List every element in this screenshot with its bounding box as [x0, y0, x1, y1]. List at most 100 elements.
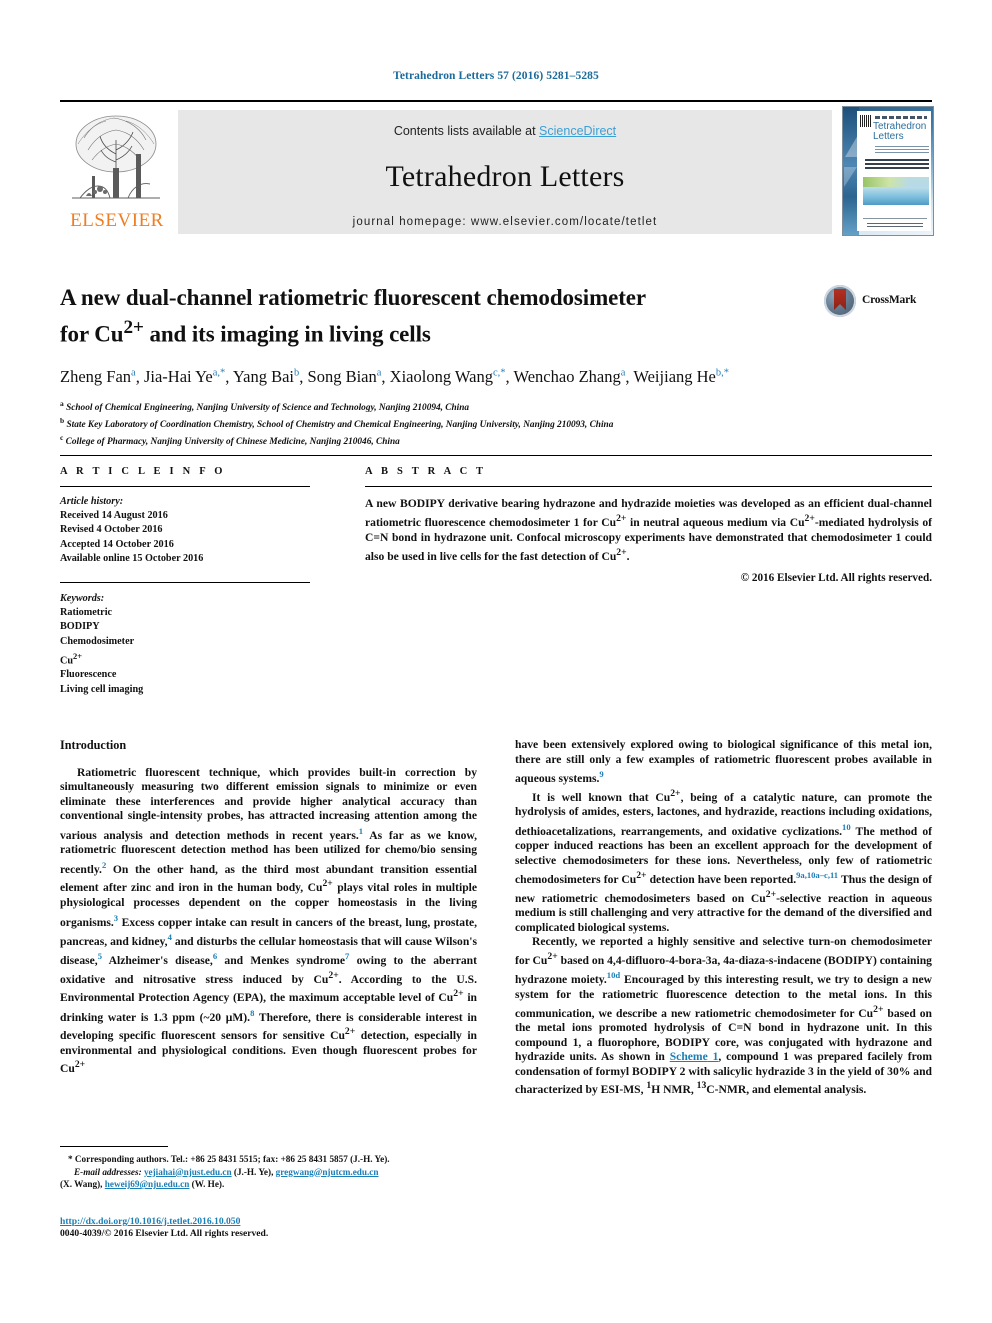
author-marks: a — [376, 367, 382, 379]
affiliation-text: State Key Laboratory of Coordination Che… — [66, 420, 614, 431]
paragraph: Ratiometric fluorescent technique, which… — [60, 765, 478, 1076]
affiliation-text: School of Chemical Engineering, Nanjing … — [66, 403, 470, 414]
cover-triangle-2 — [844, 167, 857, 187]
article-identifiers: http://dx.doi.org/10.1016/j.tetlet.2016.… — [60, 1216, 560, 1241]
paragraph: Recently, we reported a highly sensitive… — [515, 935, 933, 1097]
author-item[interactable]: Xiaolong Wangc,* — [390, 367, 506, 386]
divider-above-info — [60, 455, 932, 456]
author-name: Song Bian — [307, 367, 377, 387]
elsevier-logo: ELSEVIER — [62, 110, 172, 234]
cover-journal-name-line2: Letters — [873, 131, 904, 142]
contents-available-line: Contents lists available at ScienceDirec… — [178, 124, 832, 138]
abstract-rule — [365, 486, 932, 487]
journal-band: Contents lists available at ScienceDirec… — [178, 110, 832, 234]
email-link[interactable]: heweij69@nju.edu.cn — [105, 1179, 190, 1189]
author-item[interactable]: Jia-Hai Yea,* — [144, 367, 225, 386]
cover-footer-lines — [867, 223, 923, 229]
article-info-rule — [60, 486, 310, 487]
issn-copyright-line: 0040-4039/© 2016 Elsevier Ltd. All right… — [60, 1228, 269, 1240]
author-name: Zheng Fan — [60, 367, 132, 387]
affiliation-item: b State Key Laboratory of Coordination C… — [60, 415, 932, 432]
author-item[interactable]: Wenchao Zhanga — [513, 367, 625, 386]
affiliation-item: c College of Pharmacy, Nanjing Universit… — [60, 432, 932, 449]
keywords-label: Keywords: — [60, 593, 105, 605]
elsevier-tree-icon — [72, 115, 160, 199]
keyword-charge: 2+ — [73, 650, 83, 661]
affiliation-list: a School of Chemical Engineering, Nanjin… — [60, 398, 932, 449]
article-info-column: A R T I C L E I N F O Article history: R… — [60, 466, 310, 697]
elsevier-wordmark: ELSEVIER — [70, 210, 164, 231]
body-column-left: Introduction Ratiometric fluorescent tec… — [60, 738, 477, 1077]
doi-link[interactable]: http://dx.doi.org/10.1016/j.tetlet.2016.… — [60, 1216, 240, 1227]
section-heading-introduction: Introduction — [60, 738, 127, 752]
keyword-item: Chemodosimeter — [60, 635, 135, 647]
affiliation-mark: c — [60, 432, 64, 442]
article-header: A new dual-channel ratiometric fluoresce… — [60, 283, 932, 449]
footnote-star: * — [68, 1154, 73, 1164]
keyword-item: Cu2+ — [60, 650, 83, 667]
article-title-line2-post: and its imaging in living cells — [143, 321, 431, 347]
keyword-item: Living cell imaging — [60, 683, 144, 695]
keyword-item: Ratiometric — [60, 607, 113, 619]
affiliation-text: College of Pharmacy, Nanjing University … — [65, 437, 400, 448]
article-title-line2-pre: for Cu — [60, 321, 124, 347]
author-marks: a — [620, 367, 626, 379]
journal-homepage-line[interactable]: journal homepage: www.elsevier.com/locat… — [178, 216, 832, 228]
author-item[interactable]: Zheng Fana — [60, 367, 136, 386]
article-history: Article history: Received 14 August 2016… — [60, 495, 310, 566]
author-name: Jia-Hai Ye — [143, 367, 213, 387]
cover-foot-rule — [863, 218, 927, 219]
author-item[interactable]: Yang Baib — [233, 367, 299, 386]
article-title-charge: 2+ — [123, 317, 144, 338]
crossmark-badge[interactable]: CrossMark — [824, 285, 932, 319]
abstract-copyright: © 2016 Elsevier Ltd. All rights reserved… — [740, 571, 932, 584]
author-item[interactable]: Weijiang Heb,* — [633, 367, 729, 386]
cover-photo — [863, 177, 929, 205]
keyword-item: BODIPY — [60, 621, 100, 633]
body-column-right: have been extensively explored owing to … — [515, 738, 932, 1098]
email-link[interactable]: gregwang@njutcm.edu.cn — [276, 1167, 379, 1177]
footnote-corresponding: Corresponding authors. Tel.: +86 25 8431… — [74, 1154, 390, 1164]
history-item: Received 14 August 2016 — [60, 510, 168, 522]
email-owner: (X. Wang) — [60, 1179, 101, 1190]
cover-highlight-block — [865, 159, 929, 171]
cover-top-rule — [875, 116, 927, 119]
contents-prefix: Contents lists available at — [393, 124, 540, 138]
email-link[interactable]: yejiahai@njust.edu.cn — [144, 1167, 232, 1177]
crossmark-circle-icon — [824, 285, 856, 317]
journal-article-page: Tetrahedron Letters 57 (2016) 5281–5285 — [0, 0, 992, 1323]
keywords-rule — [60, 582, 310, 584]
author-marks: a,* — [212, 367, 226, 379]
journal-cover-thumbnail: Tetrahedron Letters — [842, 106, 934, 236]
abstract-text: A new BODIPY derivative bearing hydrazon… — [365, 497, 932, 564]
author-list: Zheng Fana, Jia-Hai Yea,*, Yang Baib, So… — [60, 367, 730, 387]
article-info-heading: A R T I C L E I N F O — [60, 466, 226, 477]
running-head: Tetrahedron Letters 57 (2016) 5281–5285 — [393, 70, 599, 82]
author-name: Yang Bai — [232, 367, 295, 387]
footnote-rule — [60, 1146, 168, 1147]
email-owner: (W. He) — [191, 1179, 222, 1190]
scheme-1-link[interactable]: Scheme 1 — [670, 1050, 719, 1063]
author-marks: b — [294, 367, 300, 379]
history-item: Available online 15 October 2016 — [60, 552, 204, 564]
author-name: Xiaolong Wang — [389, 367, 493, 387]
article-title-line1: A new dual-channel ratiometric fluoresce… — [60, 285, 647, 310]
author-marks: b,* — [715, 367, 730, 379]
scheme-link-text: Scheme — [669, 1050, 708, 1064]
crossmark-label: CrossMark — [862, 294, 917, 306]
keyword-list: Keywords: Ratiometric BODIPY Chemodosime… — [60, 592, 310, 697]
affiliation-mark: b — [60, 416, 65, 426]
abstract-heading: A B S T R A C T — [365, 466, 487, 477]
author-marks: c,* — [492, 367, 506, 379]
page-title: A new dual-channel ratiometric fluoresce… — [60, 283, 800, 350]
email-addresses-label: E-mail addresses: — [74, 1166, 142, 1177]
affiliation-mark: a — [60, 399, 64, 409]
affiliation-item: a School of Chemical Engineering, Nanjin… — [60, 398, 932, 415]
author-item[interactable]: Song Biana — [308, 367, 382, 386]
crossmark-flag-icon — [834, 289, 846, 310]
footnote-text: * Corresponding authors. Tel.: +86 25 84… — [60, 1154, 390, 1190]
cover-journal-name: Tetrahedron Letters — [873, 122, 931, 142]
sciencedirect-link[interactable]: ScienceDirect — [539, 124, 616, 138]
email-owner: (J.-H. Ye) — [233, 1166, 272, 1177]
journal-title: Tetrahedron Letters — [385, 160, 625, 193]
